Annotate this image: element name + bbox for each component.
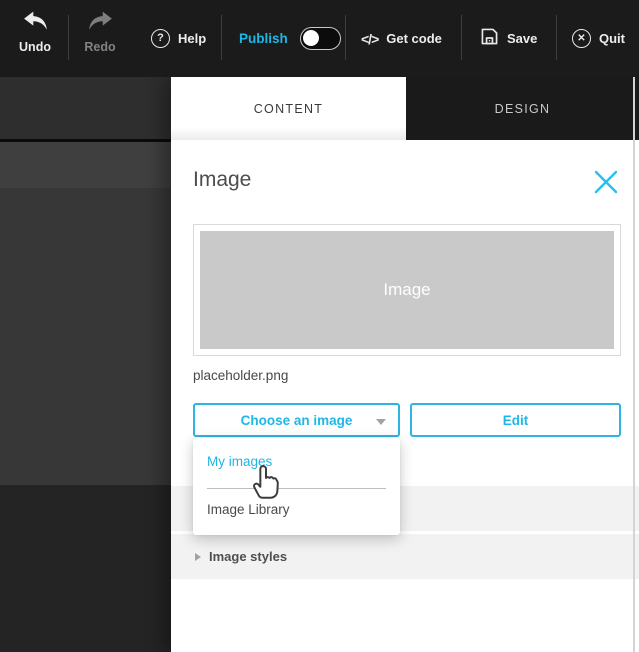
tab-content-label: CONTENT — [254, 102, 324, 116]
image-preview-frame: Image — [193, 224, 621, 356]
dropdown-divider — [207, 488, 386, 489]
dimmed-content-band — [0, 188, 171, 485]
floppy-disk-icon — [480, 27, 499, 51]
redo-label: Redo — [84, 40, 115, 54]
tab-design-label: DESIGN — [495, 102, 551, 116]
publish-control: Publish — [239, 0, 341, 77]
panel-title: Image — [193, 168, 251, 192]
tab-design[interactable]: DESIGN — [406, 77, 639, 140]
image-styles-label: Image styles — [209, 549, 287, 564]
get-code-button[interactable]: </> Get code — [361, 0, 442, 77]
scrollbar-track[interactable] — [633, 77, 635, 652]
help-question-icon: ? — [151, 29, 170, 48]
edit-button[interactable]: Edit — [410, 403, 621, 437]
quit-label: Quit — [599, 31, 625, 46]
publish-toggle[interactable] — [300, 27, 341, 50]
toolbar-divider — [556, 15, 557, 60]
dimmed-footer-band — [0, 485, 171, 652]
get-code-label: Get code — [386, 31, 442, 46]
toolbar-divider — [345, 15, 346, 60]
chevron-down-icon — [376, 419, 386, 425]
dimmed-header-band — [0, 77, 171, 139]
choose-image-dropdown: My images Image Library — [193, 438, 400, 535]
toolbar-divider — [461, 15, 462, 60]
toolbar-divider — [221, 15, 222, 60]
publish-label: Publish — [239, 31, 288, 46]
quit-x-icon: ✕ — [572, 29, 591, 48]
dimmed-subheader-band — [0, 142, 171, 188]
image-placeholder: Image — [200, 231, 614, 349]
choose-image-label: Choose an image — [241, 413, 353, 428]
redo-arrow-icon — [87, 11, 114, 35]
help-label: Help — [178, 31, 206, 46]
save-button[interactable]: Save — [480, 0, 537, 77]
editor-screen: Undo Redo ? Help Publish </> Get cod — [0, 0, 639, 652]
undo-label: Undo — [19, 40, 51, 54]
choose-image-button[interactable]: Choose an image — [193, 403, 400, 437]
filename-text: placeholder.png — [193, 368, 288, 383]
quit-button[interactable]: ✕ Quit — [572, 0, 625, 77]
edit-label: Edit — [503, 413, 529, 428]
close-icon[interactable] — [593, 169, 619, 195]
help-button[interactable]: ? Help — [151, 0, 206, 77]
hand-cursor-icon — [250, 460, 284, 505]
save-label: Save — [507, 31, 537, 46]
redo-button[interactable]: Redo — [76, 11, 124, 54]
toggle-knob — [303, 30, 319, 46]
top-toolbar: Undo Redo ? Help Publish </> Get cod — [0, 0, 639, 77]
toolbar-divider — [68, 15, 69, 60]
image-placeholder-label: Image — [383, 280, 430, 300]
undo-arrow-icon — [22, 11, 49, 35]
tab-content[interactable]: CONTENT — [171, 77, 406, 140]
image-styles-accordion[interactable]: Image styles — [171, 534, 639, 579]
code-brackets-icon: </> — [361, 31, 378, 47]
dimmed-page-background — [0, 77, 171, 652]
image-settings-panel: CONTENT DESIGN Image Image placeholder.p… — [171, 77, 639, 652]
undo-button[interactable]: Undo — [8, 11, 62, 54]
triangle-right-icon — [195, 553, 201, 561]
